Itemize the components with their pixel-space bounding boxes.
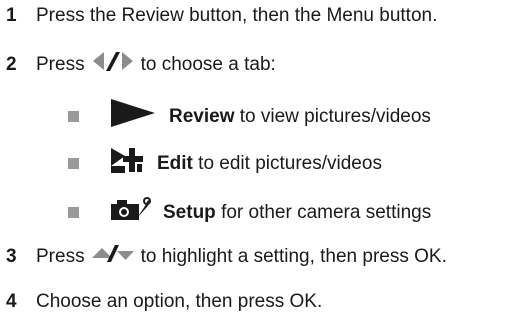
left-right-arrows-icon (91, 50, 135, 79)
step-text-pre: Press (36, 245, 85, 267)
step-4: 4 Choose an option, then press OK. (6, 290, 322, 314)
tab-desc: to view pictures/videos (239, 105, 431, 127)
bullet (68, 158, 79, 169)
tab-desc: to edit pictures/videos (198, 152, 382, 174)
bullet (68, 207, 79, 218)
tab-item-setup: Setup for other camera settings (68, 196, 431, 229)
tab-name: Edit (157, 152, 193, 174)
tab-item-review: Review to view pictures/videos (68, 98, 431, 135)
step-text: Choose an option, then press OK. (36, 291, 323, 312)
step-number: 2 (6, 53, 17, 75)
step-number: 3 (6, 245, 17, 267)
up-down-arrows-icon (91, 243, 135, 270)
tab-desc: for other camera settings (221, 201, 432, 223)
review-play-icon (109, 98, 157, 135)
step-3: 3 Press to highlight a setting, then pre… (6, 243, 447, 270)
step-1: 1 Press the Review button, then the Menu… (6, 4, 437, 28)
step-text-pre: Press (36, 53, 85, 75)
step-text-post: to highlight a setting, then press OK. (140, 245, 447, 267)
bullet (68, 111, 79, 122)
step-number: 1 (6, 5, 17, 26)
edit-icon (109, 146, 145, 181)
step-number: 4 (6, 291, 17, 312)
step-text: Press the Review button, then the Menu b… (36, 5, 438, 26)
step-2: 2 Press to choose a tab: (6, 50, 276, 79)
setup-camera-icon (109, 196, 151, 229)
tab-item-edit: Edit to edit pictures/videos (68, 146, 382, 181)
step-text-post: to choose a tab: (140, 53, 276, 75)
tab-name: Setup (163, 201, 216, 223)
tab-name: Review (169, 105, 235, 127)
